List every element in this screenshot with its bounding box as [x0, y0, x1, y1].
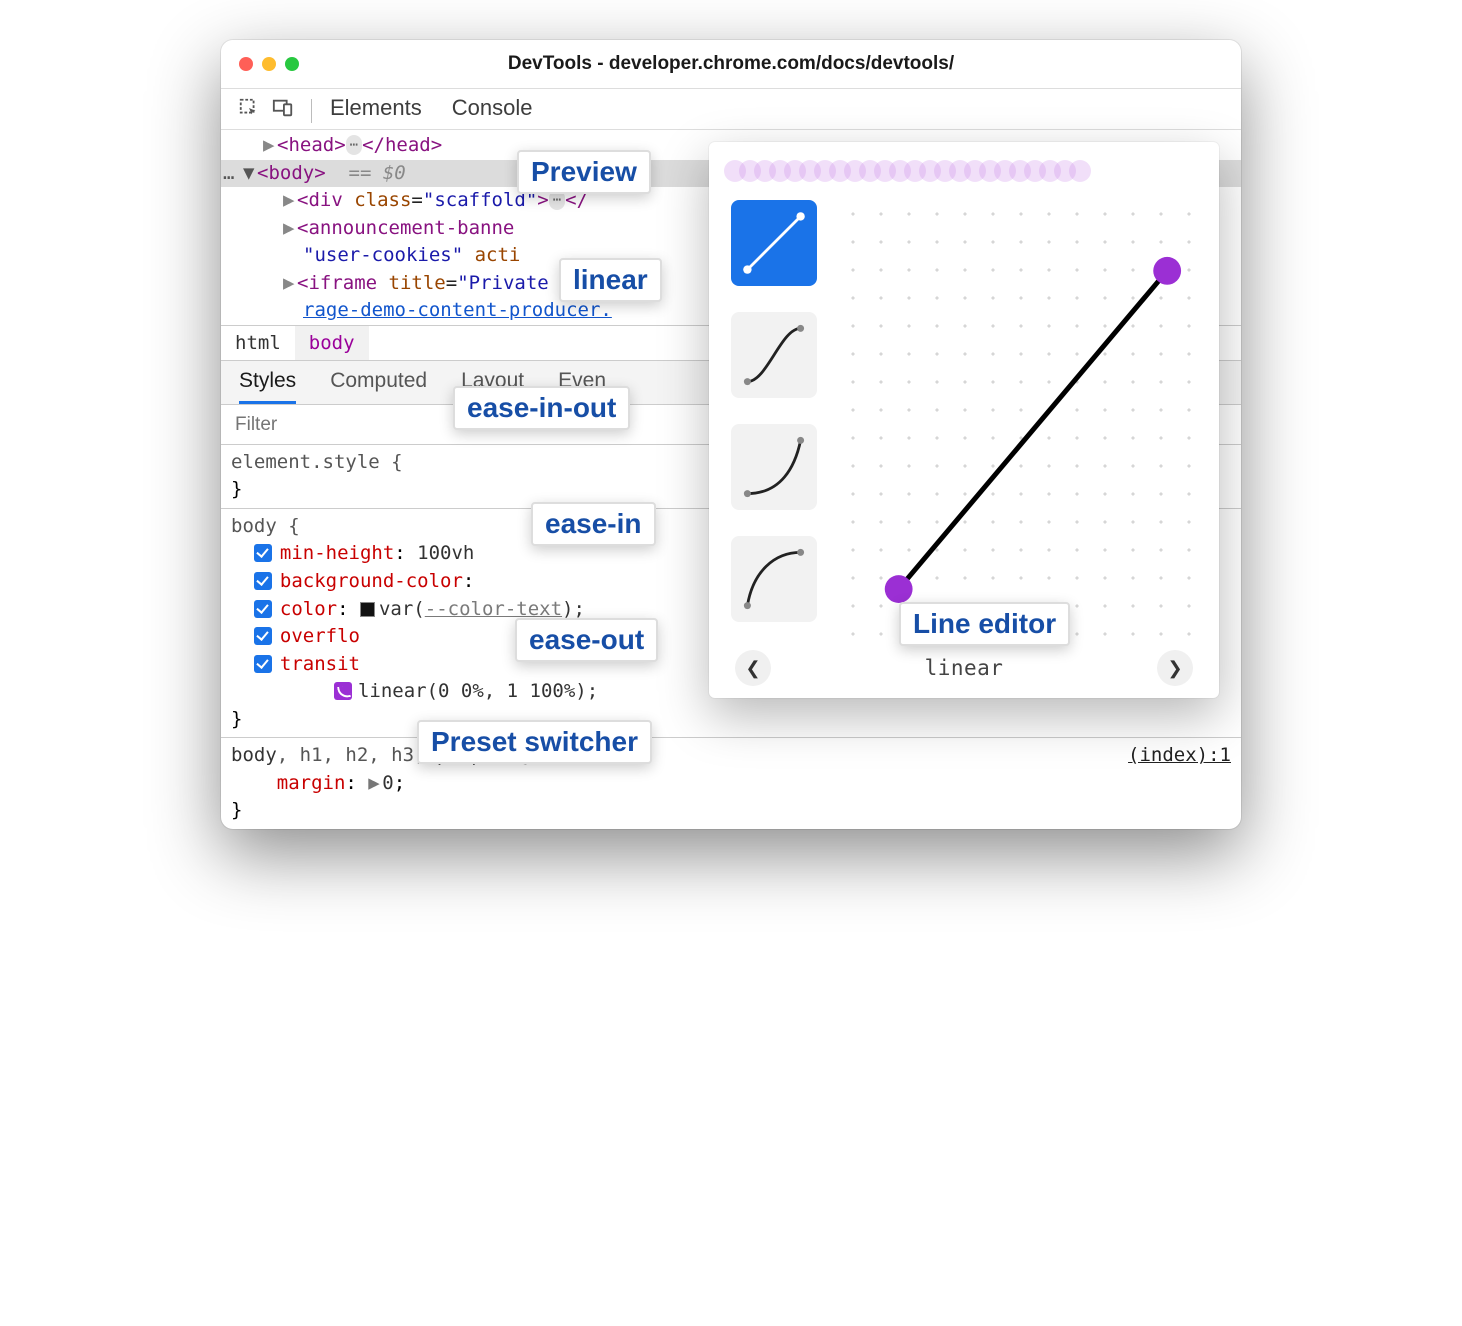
preset-column: [731, 200, 817, 640]
callout-preview: Preview: [517, 150, 651, 194]
devtools-window: DevTools - developer.chrome.com/docs/dev…: [221, 40, 1241, 829]
checkbox-icon[interactable]: [254, 544, 272, 562]
checkbox-icon[interactable]: [254, 572, 272, 590]
easing-icon[interactable]: [334, 682, 352, 700]
color-swatch-icon[interactable]: [360, 602, 375, 617]
zoom-icon[interactable]: [285, 57, 299, 71]
checkbox-icon[interactable]: [254, 600, 272, 618]
chevron-right-icon: ❯: [1167, 658, 1182, 679]
preset-switcher: ❮ linear ❯: [709, 646, 1219, 686]
prev-button[interactable]: ❮: [735, 650, 771, 686]
tab-elements[interactable]: Elements: [330, 95, 422, 121]
subtab-computed[interactable]: Computed: [330, 369, 427, 404]
crumb-body[interactable]: body: [295, 326, 369, 360]
divider: [311, 99, 312, 123]
switcher-label: linear: [925, 656, 1004, 680]
preset-ease-out[interactable]: [731, 536, 817, 622]
rule-body-margin[interactable]: (index):1 bodybody, h1, h2, h3, p, pre {…: [221, 737, 1241, 829]
preset-ease-in[interactable]: [731, 424, 817, 510]
window-title: DevTools - developer.chrome.com/docs/dev…: [237, 53, 1225, 75]
callout-ease-in-out: ease-in-out: [453, 386, 630, 430]
preset-linear[interactable]: [731, 200, 817, 286]
device-icon[interactable]: [269, 97, 297, 125]
callout-line-editor: Line editor: [899, 602, 1070, 646]
checkbox-icon[interactable]: [254, 627, 272, 645]
source-link[interactable]: (index):1: [1128, 742, 1231, 770]
inspect-icon[interactable]: [235, 97, 263, 125]
subtab-styles[interactable]: Styles: [239, 369, 296, 404]
titlebar: DevTools - developer.chrome.com/docs/dev…: [221, 40, 1241, 88]
line-editor[interactable]: [839, 200, 1197, 640]
next-button[interactable]: ❯: [1157, 650, 1193, 686]
toolbar: Elements Console: [221, 88, 1241, 129]
callout-ease-in: ease-in: [531, 502, 656, 546]
chevron-left-icon: ❮: [745, 658, 760, 679]
callout-ease-out: ease-out: [515, 618, 658, 662]
preset-ease-in-out[interactable]: [731, 312, 817, 398]
minimize-icon[interactable]: [262, 57, 276, 71]
close-icon[interactable]: [239, 57, 253, 71]
tab-console[interactable]: Console: [452, 95, 533, 121]
callout-preset-switcher: Preset switcher: [417, 720, 652, 764]
panel-tabs: Elements Console: [326, 93, 542, 129]
checkbox-icon[interactable]: [254, 655, 272, 673]
crumb-html[interactable]: html: [221, 326, 295, 360]
preview-strip: document.write(Array.from({length:24},()…: [709, 142, 1219, 188]
traffic-lights: [239, 57, 299, 71]
callout-linear: linear: [559, 258, 662, 302]
